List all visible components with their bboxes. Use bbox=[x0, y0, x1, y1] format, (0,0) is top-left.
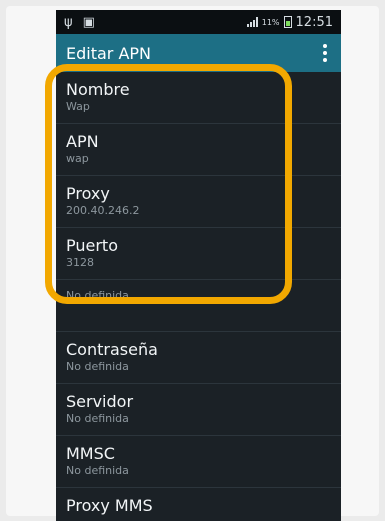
apn-settings-list: Nombre Wap APN wap Proxy 200.40.246.2 Pu… bbox=[56, 72, 341, 521]
setting-value: wap bbox=[66, 152, 89, 165]
setting-mmsc[interactable]: MMSC No definida bbox=[56, 436, 341, 488]
setting-title: Nombre bbox=[66, 80, 130, 99]
battery-percentage: 11% bbox=[261, 17, 280, 27]
setting-title: APN bbox=[66, 132, 99, 151]
clock: 12:51 bbox=[295, 14, 333, 30]
setting-title: Puerto bbox=[66, 236, 118, 255]
page-title: Editar APN bbox=[66, 43, 152, 63]
setting-value: No definida bbox=[66, 289, 129, 302]
setting-value: 3128 bbox=[66, 256, 94, 269]
setting-apn[interactable]: APN wap bbox=[56, 124, 341, 176]
image-notification-icon: ▣ bbox=[82, 14, 95, 30]
setting-title: Servidor bbox=[66, 392, 134, 411]
setting-servidor[interactable]: Servidor No definida bbox=[56, 384, 341, 436]
setting-title: Proxy bbox=[66, 184, 110, 203]
setting-title: Contraseña bbox=[66, 340, 158, 359]
signal-icon bbox=[246, 17, 258, 27]
setting-nombre-de-usuario[interactable]: No definida bbox=[56, 280, 341, 332]
setting-title: MMSC bbox=[66, 444, 115, 463]
setting-title: Proxy MMS bbox=[66, 496, 153, 515]
setting-value: Wap bbox=[66, 100, 90, 113]
app-bar: Editar APN bbox=[56, 34, 341, 72]
phone-screen: ψ ▣ 11% 12:51 Editar APN Nombre Wap APN … bbox=[56, 10, 341, 521]
usb-icon: ψ bbox=[64, 14, 73, 30]
setting-value: 200.40.246.2 bbox=[66, 204, 140, 217]
status-bar: ψ ▣ 11% 12:51 bbox=[56, 10, 341, 34]
overflow-menu-icon[interactable] bbox=[319, 44, 331, 62]
setting-puerto[interactable]: Puerto 3128 bbox=[56, 228, 341, 280]
setting-value: No definida bbox=[66, 464, 129, 477]
setting-proxy-mms[interactable]: Proxy MMS bbox=[56, 488, 341, 521]
setting-proxy[interactable]: Proxy 200.40.246.2 bbox=[56, 176, 341, 228]
setting-value: No definida bbox=[66, 360, 129, 373]
setting-nombre[interactable]: Nombre Wap bbox=[56, 72, 341, 124]
setting-value: No definida bbox=[66, 412, 129, 425]
setting-contrasena[interactable]: Contraseña No definida bbox=[56, 332, 341, 384]
battery-icon bbox=[283, 16, 292, 28]
